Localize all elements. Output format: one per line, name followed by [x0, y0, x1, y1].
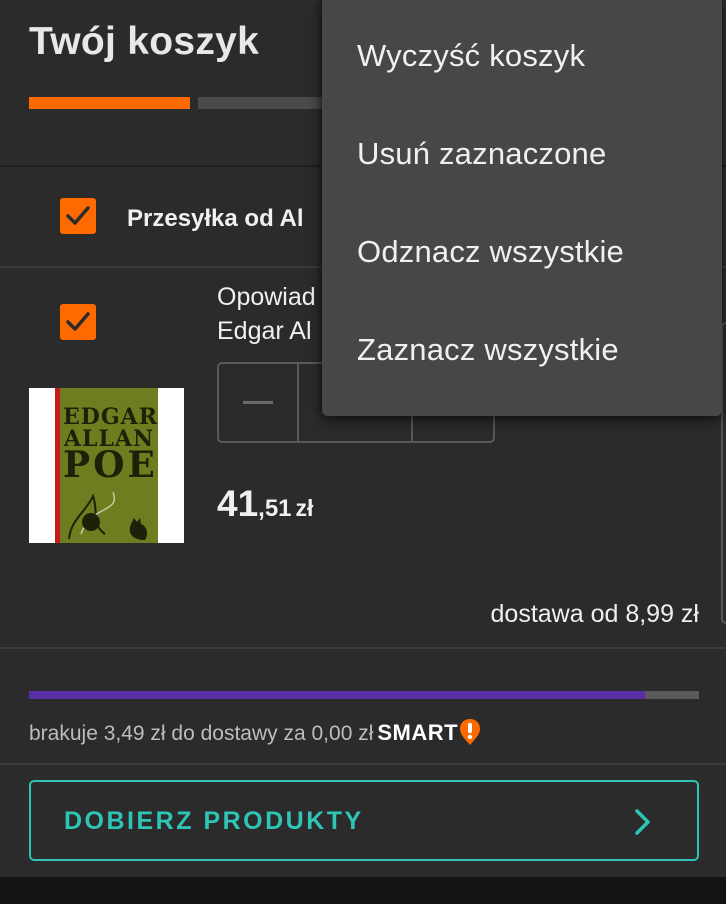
chevron-right-icon [635, 809, 650, 835]
menu-item-remove-selected[interactable]: Usuń zaznaczone [322, 98, 722, 196]
smart-logo-text: SMART [377, 720, 459, 745]
book-cover-spine [55, 388, 60, 543]
menu-item-select-all[interactable]: Zaznacz wszystkie [322, 294, 722, 392]
smart-missing-amount: brakuje 3,49 zł do dostawy za 0,00 zł SMA… [29, 718, 481, 746]
price-decimal: ,51 [258, 495, 292, 522]
delivery-cost: dostawa od 8,99 zł [490, 600, 699, 628]
add-products-label: DOBIERZ PRODUKTY [64, 807, 364, 835]
item-title-line2: Edgar Al [217, 317, 312, 345]
smart-progress-bar [29, 691, 699, 699]
menu-item-deselect-all[interactable]: Odznacz wszystkie [322, 196, 722, 294]
page-title: Twój koszyk [29, 20, 260, 63]
divider [0, 647, 726, 649]
price-currency: zł [295, 495, 314, 521]
divider [0, 763, 726, 765]
check-icon [66, 312, 90, 331]
book-cover-image[interactable]: EDGAR ALLAN POE [29, 388, 184, 543]
bottom-bar [0, 877, 726, 904]
seller-checkbox[interactable] [60, 198, 96, 234]
smart-missing-text: brakuje 3,49 zł do dostawy za 0,00 zł [29, 722, 374, 745]
menu-item-label: Usuń zaznaczone [357, 136, 607, 171]
menu-item-label: Zaznacz wszystkie [357, 332, 619, 367]
menu-item-clear-cart[interactable]: Wyczyść koszyk [322, 0, 722, 98]
minus-icon [243, 401, 273, 404]
check-icon [66, 206, 90, 225]
book-cover-art: EDGAR ALLAN POE [55, 388, 158, 543]
item-price: 41,51 zł [217, 483, 313, 525]
price-integer: 41 [217, 483, 259, 524]
seller-label: Przesyłka od Al [127, 205, 304, 232]
cover-line3: POE [63, 444, 158, 486]
smart-progress-fill [29, 691, 646, 699]
overflow-menu: Wyczyść koszyk Usuń zaznaczone Odznacz w… [322, 0, 722, 416]
add-products-button[interactable]: DOBIERZ PRODUKTY [29, 780, 699, 861]
menu-item-label: Odznacz wszystkie [357, 234, 624, 269]
item-title-line1: Opowiad [217, 283, 316, 311]
cover-illustration [68, 491, 148, 540]
smart-exclamation-icon [459, 718, 481, 746]
item-checkbox[interactable] [60, 304, 96, 340]
decrease-quantity-button[interactable] [219, 364, 299, 441]
item-title[interactable]: Opowiad Edgar Al [217, 280, 316, 348]
menu-item-label: Wyczyść koszyk [357, 38, 586, 73]
step-indicator-active [29, 97, 190, 109]
